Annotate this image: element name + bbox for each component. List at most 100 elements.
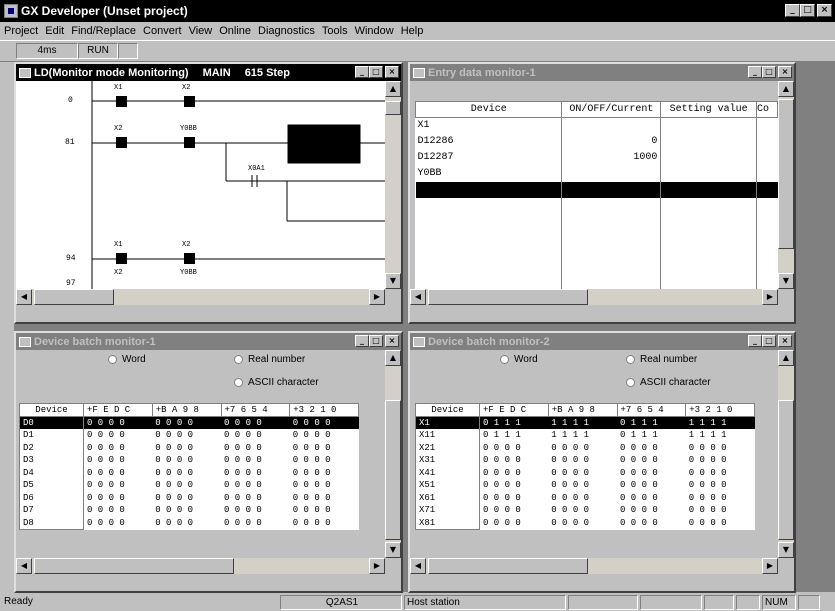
column-header[interactable]: Device: [19, 403, 84, 417]
column-header[interactable]: +B A 9 8: [547, 403, 618, 417]
scroll-thumb[interactable]: [385, 400, 401, 540]
radio-button[interactable]: [234, 378, 243, 387]
column-header[interactable]: +B A 9 8: [151, 403, 222, 417]
maximize-button[interactable]: □: [369, 335, 383, 347]
table-row[interactable]: X1: [415, 117, 778, 134]
scroll-thumb[interactable]: [778, 99, 794, 249]
scroll-up-button[interactable]: ▲: [385, 350, 401, 366]
device-cell[interactable]: D0: [19, 416, 84, 429]
current-cell[interactable]: [561, 181, 662, 198]
vertical-scrollbar[interactable]: ▲ ▼: [385, 81, 401, 289]
radio-ascii[interactable]: ASCII character: [234, 377, 319, 388]
scroll-thumb[interactable]: [428, 558, 588, 574]
horizontal-scrollbar[interactable]: ◀ ▶: [16, 289, 385, 305]
scroll-down-button[interactable]: ▼: [778, 542, 794, 558]
setting-cell[interactable]: [660, 149, 758, 166]
setting-cell[interactable]: [660, 165, 758, 182]
app-icon[interactable]: [4, 4, 18, 18]
minimize-button[interactable]: _: [355, 335, 369, 347]
column-header[interactable]: +F E D C: [479, 403, 549, 417]
menu-project[interactable]: Project: [4, 25, 38, 37]
column-header[interactable]: +3 2 1 0: [289, 403, 359, 417]
scroll-up-button[interactable]: ▲: [385, 81, 401, 97]
device-cell[interactable]: D3: [19, 454, 84, 467]
close-button[interactable]: ×: [778, 335, 792, 347]
selected-table-row[interactable]: [415, 181, 778, 198]
column-header[interactable]: +7 6 5 4: [616, 403, 687, 417]
table-row[interactable]: X71 0 0 0 00 0 0 00 0 0 00 0 0 0: [415, 504, 755, 517]
scroll-down-button[interactable]: ▼: [385, 542, 401, 558]
maximize-button[interactable]: □: [369, 66, 383, 78]
current-cell[interactable]: 0: [561, 133, 662, 150]
menu-help[interactable]: Help: [401, 25, 424, 37]
vertical-scrollbar[interactable]: ▲ ▼: [778, 81, 794, 289]
device-cell[interactable]: D6: [19, 491, 84, 504]
radio-real-number[interactable]: Real number: [234, 354, 305, 365]
table-row[interactable]: D6 0 0 0 00 0 0 00 0 0 00 0 0 0: [19, 491, 359, 504]
table-row[interactable]: D12286 0: [415, 133, 778, 150]
table-row[interactable]: X21 0 0 0 00 0 0 00 0 0 00 0 0 0: [415, 441, 755, 454]
ladder-window[interactable]: LD(Monitor mode Monitoring) MAIN 615 Ste…: [14, 62, 403, 324]
scroll-right-button[interactable]: ▶: [762, 289, 778, 305]
radio-button[interactable]: [500, 355, 509, 364]
table-row[interactable]: D2 0 0 0 00 0 0 00 0 0 00 0 0 0: [19, 441, 359, 454]
table-row[interactable]: D8 0 0 0 00 0 0 00 0 0 00 0 0 0: [19, 516, 359, 530]
ladder-window-titlebar[interactable]: LD(Monitor mode Monitoring) MAIN 615 Ste…: [16, 64, 401, 81]
device-cell[interactable]: D2: [19, 441, 84, 454]
close-button[interactable]: ×: [778, 66, 792, 78]
device-cell[interactable]: D8: [19, 516, 84, 530]
entry-monitor-titlebar[interactable]: Entry data monitor-1 _ □ ×: [410, 64, 794, 81]
scroll-thumb[interactable]: [778, 400, 794, 540]
batch-monitor-1-titlebar[interactable]: Device batch monitor-1 _ □ ×: [16, 333, 401, 350]
device-cell[interactable]: X41: [415, 466, 480, 479]
current-cell[interactable]: [561, 117, 662, 134]
menu-convert[interactable]: Convert: [143, 25, 182, 37]
scroll-up-button[interactable]: ▲: [778, 81, 794, 97]
horizontal-scrollbar[interactable]: ◀ ▶: [16, 558, 385, 574]
menu-edit[interactable]: Edit: [45, 25, 64, 37]
table-row[interactable]: D1 0 0 0 00 0 0 00 0 0 00 0 0 0: [19, 429, 359, 442]
batch-monitor-1-window[interactable]: Device batch monitor-1 _ □ × Word Real n…: [14, 331, 403, 593]
horizontal-scrollbar[interactable]: ◀ ▶: [410, 289, 778, 305]
device-cell[interactable]: X81: [415, 516, 480, 530]
column-header[interactable]: Device: [415, 403, 480, 417]
entry-monitor-window[interactable]: Entry data monitor-1 _ □ × Device ON/OFF…: [408, 62, 796, 324]
device-cell[interactable]: X21: [415, 441, 480, 454]
radio-word[interactable]: Word: [500, 354, 538, 365]
table-row[interactable]: X61 0 0 0 00 0 0 00 0 0 00 0 0 0: [415, 491, 755, 504]
table-row[interactable]: X41 0 0 0 00 0 0 00 0 0 00 0 0 0: [415, 466, 755, 479]
table-row[interactable]: D5 0 0 0 00 0 0 00 0 0 00 0 0 0: [19, 479, 359, 492]
menu-diagnostics[interactable]: Diagnostics: [258, 25, 315, 37]
device-cell[interactable]: D1: [19, 429, 84, 442]
maximize-button[interactable]: □: [762, 335, 776, 347]
ladder-canvas[interactable]: 0 X1 X2 81 X2 Y0BB X0A1 94 X1 X2 97 X2 Y…: [16, 81, 385, 289]
scroll-right-button[interactable]: ▶: [369, 558, 385, 574]
minimize-button[interactable]: _: [748, 335, 762, 347]
device-cell[interactable]: X71: [415, 504, 480, 517]
column-header[interactable]: +F E D C: [83, 403, 153, 417]
batch-monitor-2-window[interactable]: Device batch monitor-2 _ □ × Word Real n…: [408, 331, 796, 593]
radio-real-number[interactable]: Real number: [626, 354, 697, 365]
close-button[interactable]: ×: [385, 66, 399, 78]
close-button[interactable]: ×: [385, 335, 399, 347]
column-header[interactable]: Co: [756, 101, 778, 118]
radio-button[interactable]: [626, 355, 635, 364]
device-cell[interactable]: X1: [415, 117, 563, 134]
radio-button[interactable]: [626, 378, 635, 387]
vertical-scrollbar[interactable]: ▲ ▼: [778, 350, 794, 558]
menu-window[interactable]: Window: [355, 25, 394, 37]
scroll-thumb[interactable]: [34, 558, 234, 574]
table-row[interactable]: Y0BB: [415, 165, 778, 182]
scroll-right-button[interactable]: ▶: [762, 558, 778, 574]
current-cell[interactable]: 1000: [561, 149, 662, 166]
radio-button[interactable]: [234, 355, 243, 364]
selected-table-row[interactable]: D0 0 0 0 00 0 0 00 0 0 00 0 0 0: [19, 416, 359, 429]
setting-cell[interactable]: [660, 133, 758, 150]
column-header[interactable]: Setting value: [660, 101, 758, 118]
entry-table[interactable]: Device ON/OFF/Current Setting value Co X…: [414, 101, 778, 294]
vertical-scrollbar[interactable]: ▲ ▼: [385, 350, 401, 558]
column-header[interactable]: Device: [414, 101, 563, 118]
minimize-button[interactable]: _: [785, 4, 800, 17]
table-row[interactable]: X81 0 0 0 00 0 0 00 0 0 00 0 0 0: [415, 516, 755, 530]
radio-button[interactable]: [108, 355, 117, 364]
